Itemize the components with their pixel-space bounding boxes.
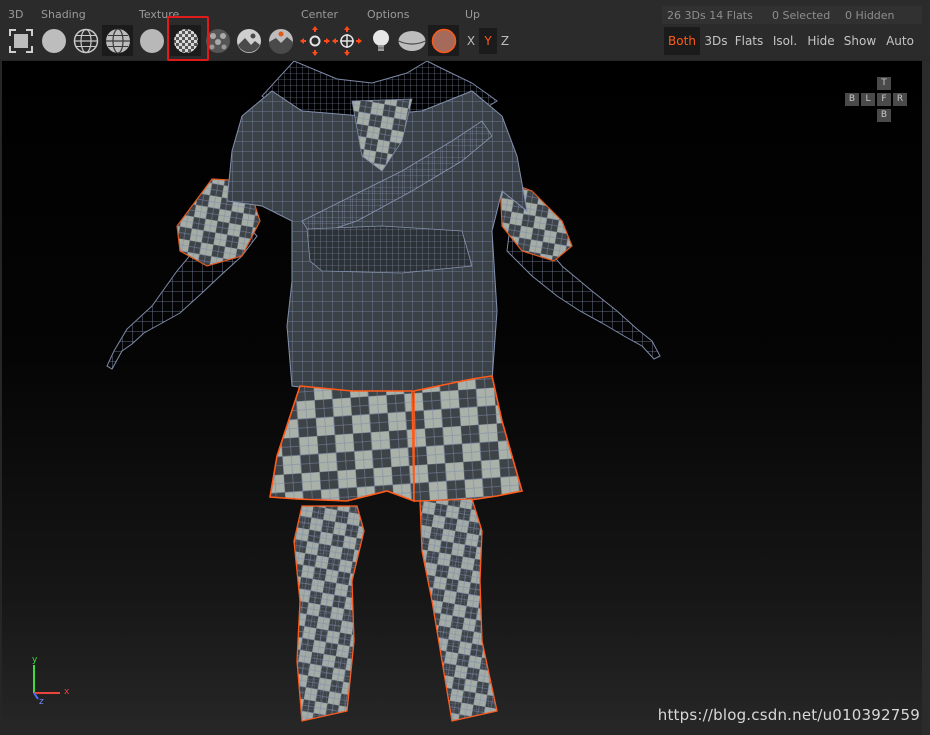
center-target-icon bbox=[331, 25, 362, 56]
texture-image-button[interactable] bbox=[233, 25, 264, 56]
axis-gizmo: y x z bbox=[26, 655, 82, 707]
ellipse-icon bbox=[397, 30, 426, 51]
frame-button[interactable] bbox=[5, 25, 36, 56]
group-label-center: Center bbox=[301, 8, 339, 21]
sphere-flat-icon bbox=[41, 28, 66, 53]
mode-both-button[interactable]: Both bbox=[664, 27, 700, 55]
navcube-right[interactable]: R bbox=[893, 93, 907, 106]
uv-sphere-icon bbox=[268, 28, 293, 54]
stat-selected: 0 Selected bbox=[772, 9, 831, 22]
watermark: https://blog.csdn.net/u010392759 bbox=[657, 706, 920, 724]
mode-isol-button[interactable]: Isol. bbox=[770, 27, 800, 55]
option-light-button[interactable] bbox=[365, 25, 396, 56]
mode-hide-button[interactable]: Hide bbox=[806, 27, 836, 55]
sphere-wire-solid-icon bbox=[105, 27, 130, 54]
image-sphere-icon bbox=[236, 28, 261, 53]
stat-counts: 26 3Ds 14 Flats bbox=[667, 9, 753, 22]
shading-flat-button[interactable] bbox=[38, 25, 69, 56]
orange-sphere-icon bbox=[431, 28, 456, 53]
up-axis-y[interactable]: Y bbox=[479, 28, 497, 54]
right-edge bbox=[922, 61, 930, 735]
toolbar: 3D Shading Texture Center Options Up 26 … bbox=[0, 0, 930, 61]
highlight-box bbox=[167, 16, 209, 61]
sphere-wireframe-icon bbox=[73, 28, 98, 53]
texture-none-button[interactable] bbox=[136, 25, 167, 56]
shading-wire-solid-button[interactable] bbox=[102, 25, 133, 56]
group-label-options: Options bbox=[367, 8, 410, 21]
mode-flats-button[interactable]: Flats bbox=[733, 27, 765, 55]
light-bulb-icon bbox=[372, 29, 389, 51]
stat-hidden: 0 Hidden bbox=[845, 9, 895, 22]
navcube-front[interactable]: F bbox=[877, 93, 891, 106]
option-orange-button[interactable] bbox=[428, 25, 459, 56]
center-button-a[interactable] bbox=[299, 25, 330, 56]
navcube-top[interactable]: T bbox=[877, 77, 891, 90]
sphere-plain-icon bbox=[139, 28, 164, 53]
frame-icon bbox=[8, 28, 33, 53]
mode-3ds-button[interactable]: 3Ds bbox=[702, 27, 730, 55]
viewport-3d[interactable]: T B L F R B y x z bbox=[2, 61, 922, 727]
center-button-b[interactable] bbox=[331, 25, 362, 56]
up-axis-z[interactable]: Z bbox=[496, 28, 514, 54]
mode-show-button[interactable]: Show bbox=[842, 27, 878, 55]
option-ellipse-button[interactable] bbox=[396, 25, 427, 56]
navcube-bottom[interactable]: B bbox=[877, 109, 891, 122]
axis-label-x: x bbox=[64, 687, 70, 697]
navcube-left[interactable]: L bbox=[861, 93, 875, 106]
navcube-back[interactable]: B bbox=[845, 93, 859, 106]
group-label-shading: Shading bbox=[41, 8, 86, 21]
navigation-cube[interactable]: T B L F R B bbox=[845, 77, 909, 125]
mode-auto-button[interactable]: Auto bbox=[883, 27, 917, 55]
character-model bbox=[106, 61, 661, 722]
axis-label-y: y bbox=[32, 655, 38, 665]
up-axis-x[interactable]: X bbox=[462, 28, 480, 54]
group-label-3d: 3D bbox=[8, 8, 24, 21]
texture-uv-button[interactable] bbox=[265, 25, 296, 56]
shading-wire-button[interactable] bbox=[70, 25, 101, 56]
axis-label-z: z bbox=[39, 697, 44, 707]
group-label-up: Up bbox=[465, 8, 481, 21]
center-cross-icon bbox=[299, 25, 330, 56]
